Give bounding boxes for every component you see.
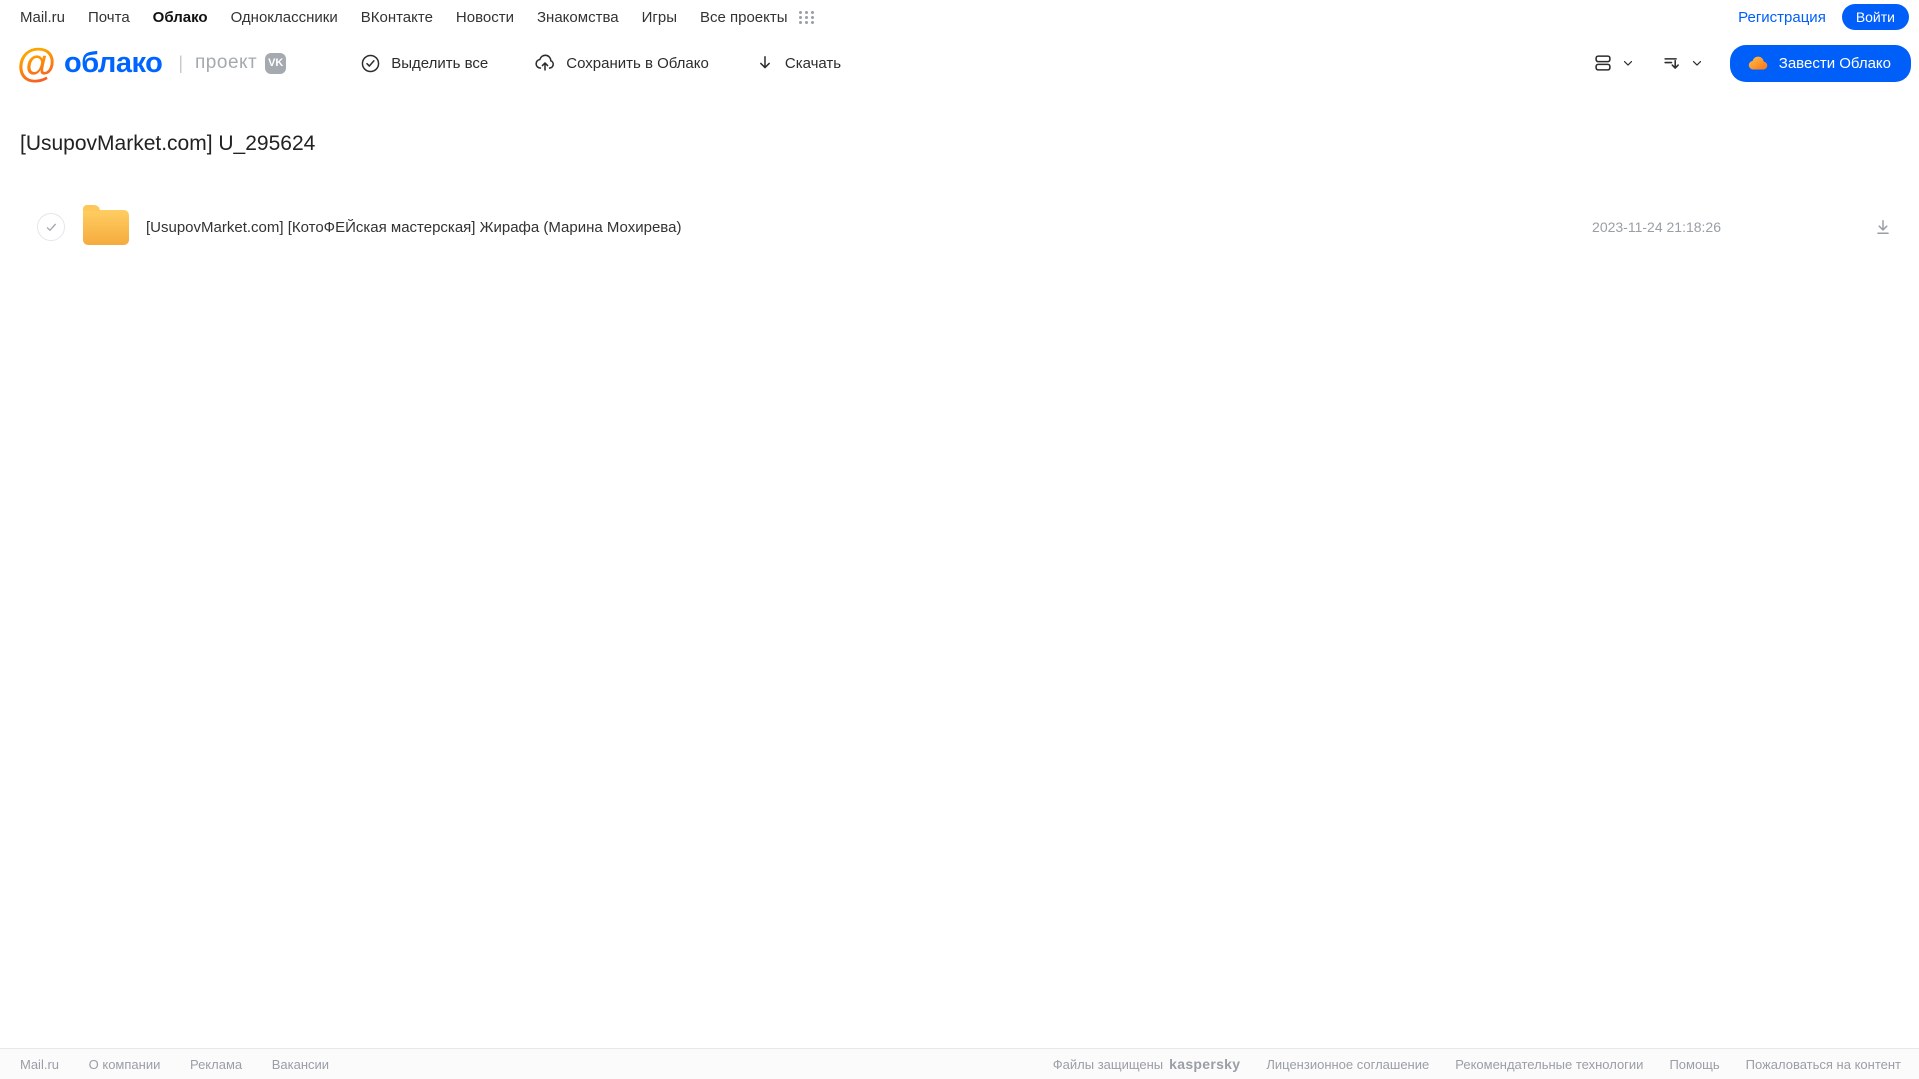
- vk-badge-icon: vk: [265, 52, 287, 74]
- protected-label: Файлы защищены: [1052, 1056, 1164, 1072]
- footer: Mail.ru О компании Реклама Вакансии Файл…: [0, 1048, 1919, 1079]
- topnav-znakomstva[interactable]: Знакомства: [537, 9, 619, 26]
- download-label: Скачать: [784, 54, 842, 72]
- cloud-toolbar: @ облако | проект vk Выделить все Сохран…: [0, 34, 1919, 92]
- footer-recommend-tech[interactable]: Рекомендательные технологии: [1455, 1057, 1643, 1072]
- mailru-at-icon: @: [17, 41, 57, 85]
- view-mode-icon: [1592, 52, 1614, 74]
- checkmark-icon: [46, 223, 56, 231]
- save-to-cloud-button[interactable]: Сохранить в Облако: [534, 52, 709, 74]
- get-cloud-label: Завести Облако: [1778, 54, 1891, 72]
- footer-reklama[interactable]: Реклама: [190, 1057, 242, 1072]
- topnav-vkontakte[interactable]: ВКонтакте: [361, 9, 433, 26]
- file-date: 2023-11-24 21:18:26: [1592, 219, 1721, 235]
- save-to-cloud-label: Сохранить в Облако: [566, 54, 709, 72]
- kaspersky-protected: Файлы защищены kaspersky: [1053, 1056, 1241, 1072]
- cloud-upload-icon: [534, 52, 566, 74]
- chevron-down-icon: [1692, 60, 1701, 66]
- topnav-novosti[interactable]: Новости: [456, 9, 514, 26]
- select-all-button[interactable]: Выделить все: [360, 53, 488, 74]
- footer-right-links: Файлы защищены kaspersky Лицензионное со…: [1053, 1056, 1901, 1072]
- folder-icon: [83, 204, 129, 245]
- topnav-igry[interactable]: Игры: [642, 9, 677, 26]
- view-mode-dropdown[interactable]: [1592, 52, 1635, 74]
- file-name-link[interactable]: [UsupovMarket.com] [КотоФЕЙская мастерск…: [146, 219, 1592, 236]
- file-download-button[interactable]: [1873, 217, 1893, 237]
- footer-license[interactable]: Лицензионное соглашение: [1266, 1057, 1429, 1072]
- topnav-mailru[interactable]: Mail.ru: [20, 9, 65, 26]
- project-label: проект: [195, 52, 258, 73]
- logo-divider: |: [178, 52, 184, 73]
- download-arrow-icon: [755, 53, 785, 73]
- footer-report-content[interactable]: Пожаловаться на контент: [1746, 1057, 1901, 1072]
- chevron-down-icon: [1623, 60, 1632, 66]
- cloud-public-page: Mail.ru Почта Облако Одноклассники ВКонт…: [0, 0, 1919, 1079]
- footer-help[interactable]: Помощь: [1669, 1057, 1719, 1072]
- footer-mailru[interactable]: Mail.ru: [20, 1057, 59, 1072]
- apps-grid-icon[interactable]: [798, 10, 815, 24]
- registration-link[interactable]: Регистрация: [1738, 9, 1826, 26]
- main-content: [UsupovMarket.com] U_295624 [UsupovMarke…: [0, 92, 1919, 251]
- file-row[interactable]: [UsupovMarket.com] [КотоФЕЙская мастерск…: [0, 203, 1919, 251]
- kaspersky-logo[interactable]: kaspersky: [1169, 1056, 1240, 1072]
- sort-icon: [1661, 52, 1683, 74]
- select-all-label: Выделить все: [391, 54, 489, 72]
- sort-dropdown[interactable]: [1661, 52, 1704, 74]
- row-checkbox[interactable]: [37, 213, 65, 241]
- toolbar-actions: Выделить все Сохранить в Облако Скачать: [360, 52, 887, 74]
- topnav-odnoklassniki[interactable]: Одноклассники: [231, 9, 338, 26]
- check-circle-icon: [360, 53, 391, 74]
- footer-vakansii[interactable]: Вакансии: [272, 1057, 329, 1072]
- file-list: [UsupovMarket.com] [КотоФЕЙская мастерск…: [0, 203, 1919, 251]
- page-title: [UsupovMarket.com] U_295624: [20, 132, 316, 155]
- topnav-pochta[interactable]: Почта: [88, 9, 130, 26]
- topnav-oblako[interactable]: Облако: [153, 9, 208, 26]
- orange-cloud-icon: [1748, 56, 1768, 69]
- download-button[interactable]: Скачать: [755, 53, 841, 73]
- download-icon: [1877, 220, 1889, 234]
- footer-left-links: Mail.ru О компании Реклама Вакансии: [20, 1057, 355, 1072]
- footer-o-kompanii[interactable]: О компании: [89, 1057, 161, 1072]
- cloud-logo-text: облако: [64, 46, 163, 79]
- topnav-vse-proekty[interactable]: Все проекты: [700, 9, 788, 26]
- login-button[interactable]: Войти: [1841, 4, 1909, 30]
- portal-topnav: Mail.ru Почта Облако Одноклассники ВКонт…: [0, 0, 1919, 34]
- get-cloud-button[interactable]: Завести Облако: [1729, 44, 1911, 82]
- cloud-logo[interactable]: @ облако | проект vk: [17, 41, 287, 85]
